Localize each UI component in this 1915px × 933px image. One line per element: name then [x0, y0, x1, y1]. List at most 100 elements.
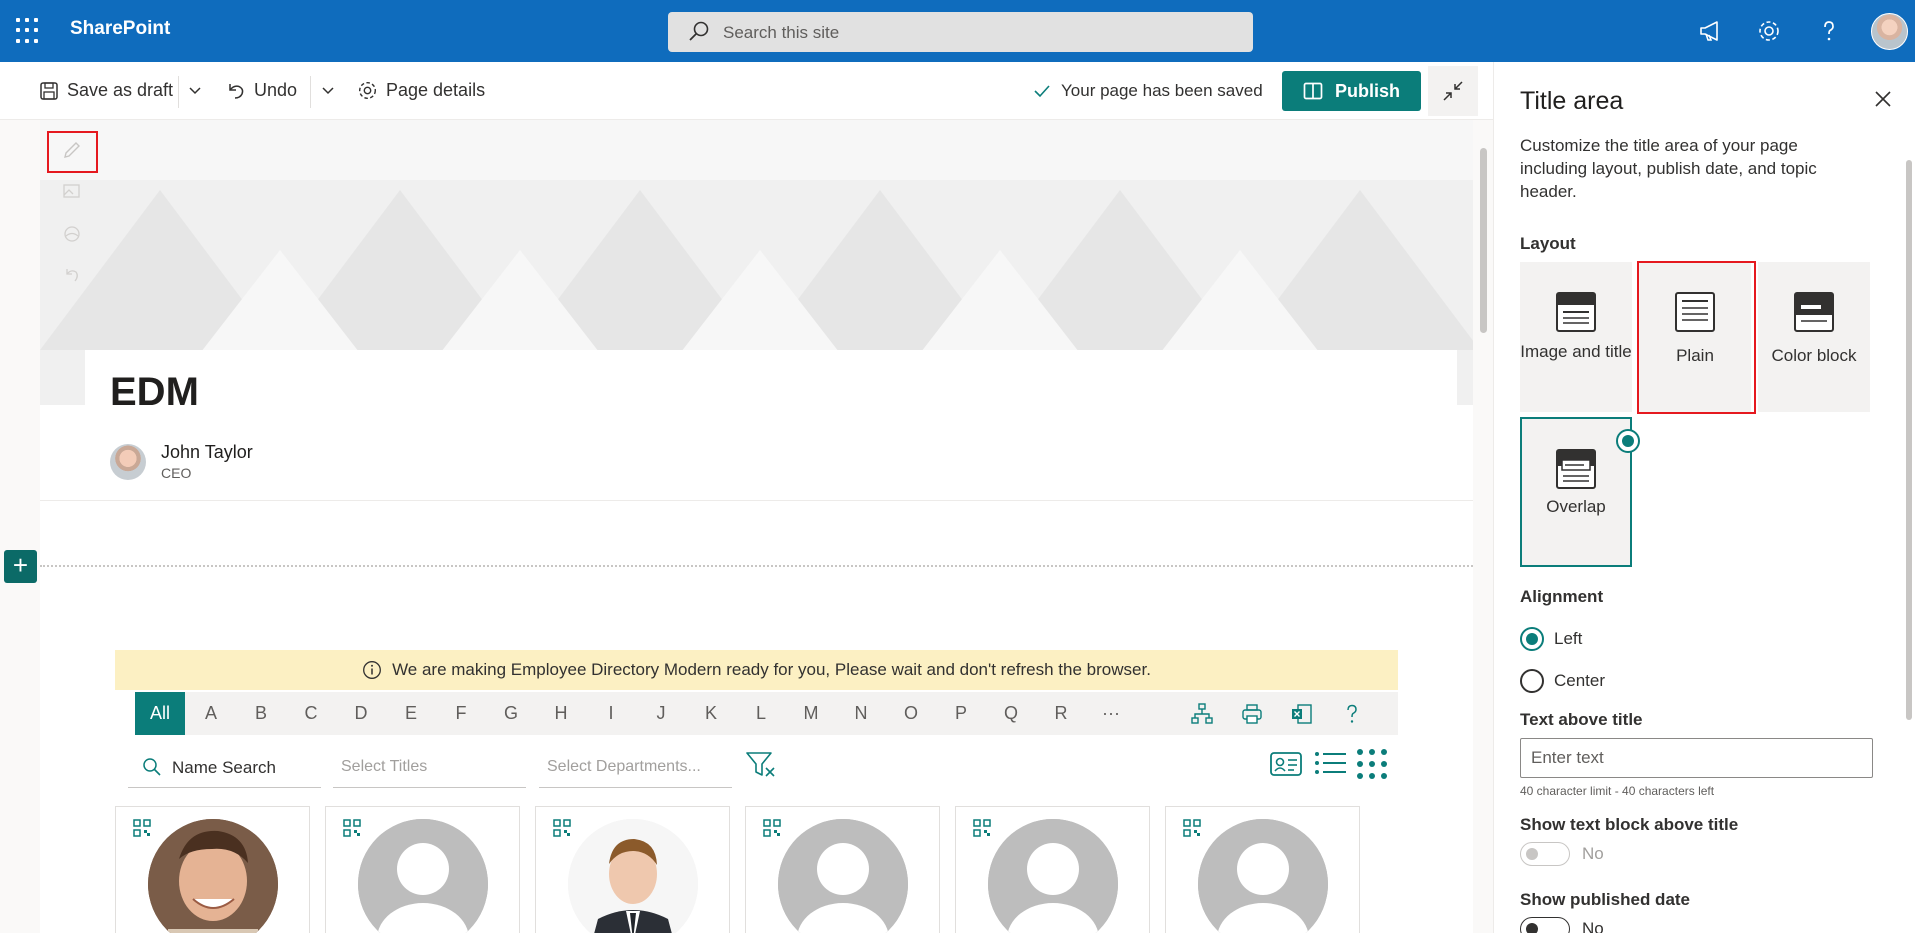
show-text-block-toggle[interactable] — [1520, 842, 1570, 866]
letter-filter[interactable]: Q — [989, 692, 1033, 735]
alignment-center-label: Center — [1554, 671, 1606, 690]
employee-card[interactable] — [955, 806, 1150, 933]
add-section-button[interactable]: + — [4, 550, 37, 583]
excel-export-icon[interactable] — [1290, 702, 1314, 726]
page-details-button[interactable]: Page details — [357, 80, 485, 101]
page-title[interactable]: EDM — [110, 370, 199, 415]
app-launcher-icon[interactable] — [16, 18, 42, 44]
letter-filter[interactable]: F — [439, 692, 483, 735]
letter-filter[interactable]: M — [789, 692, 833, 735]
list-view-icon[interactable] — [1313, 746, 1347, 780]
help-icon[interactable] — [1340, 702, 1364, 726]
alignment-left-option[interactable]: Left — [1520, 627, 1582, 651]
layout-option-image-and-title[interactable]: Image and title — [1520, 262, 1632, 412]
show-published-date-value: No — [1582, 919, 1604, 933]
qr-code-icon[interactable] — [1183, 819, 1201, 837]
letter-filter[interactable]: G — [489, 692, 533, 735]
undo-button[interactable]: Undo — [226, 80, 297, 101]
departments-select[interactable]: Select Departments... — [539, 748, 732, 788]
letter-filter[interactable]: K — [689, 692, 733, 735]
settings-gear-icon[interactable] — [1756, 18, 1782, 44]
letter-filter[interactable]: L — [739, 692, 783, 735]
author-name[interactable]: John Taylor — [161, 442, 253, 463]
letter-filter-all[interactable]: All — [135, 692, 185, 735]
loading-notice: We are making Employee Directory Modern … — [115, 650, 1398, 690]
employee-card[interactable] — [325, 806, 520, 933]
more-letters-button[interactable]: ··· — [1089, 692, 1133, 735]
layout-color-block-icon — [1794, 292, 1834, 332]
page-scrollbar[interactable] — [1480, 148, 1487, 333]
name-search-field[interactable]: Name Search — [128, 748, 321, 788]
layout-option-overlap[interactable]: Overlap — [1520, 417, 1640, 567]
layout-option-label: Image and title — [1520, 342, 1632, 361]
qr-code-icon[interactable] — [343, 819, 361, 837]
letter-filter[interactable]: H — [539, 692, 583, 735]
chevron-down-icon[interactable] — [188, 86, 202, 96]
gear-icon — [358, 81, 377, 100]
letter-filter[interactable]: E — [389, 692, 433, 735]
radio-button[interactable] — [1520, 669, 1544, 693]
name-search-placeholder: Name Search — [172, 758, 276, 777]
grid-view-icon[interactable] — [1355, 746, 1389, 780]
save-icon — [40, 81, 58, 100]
qr-code-icon[interactable] — [553, 819, 571, 837]
letter-filter[interactable]: B — [239, 692, 283, 735]
employee-card[interactable] — [535, 806, 730, 933]
help-icon[interactable] — [1816, 18, 1842, 44]
publish-button[interactable]: Publish — [1282, 71, 1421, 111]
chevron-down-icon[interactable] — [321, 86, 335, 96]
employee-placeholder-avatar — [1198, 819, 1328, 933]
letter-filter[interactable]: I — [589, 692, 633, 735]
qr-code-icon[interactable] — [133, 819, 151, 837]
qr-code-icon[interactable] — [763, 819, 781, 837]
radio-button[interactable] — [1520, 627, 1544, 651]
command-bar: Save as draft Undo Page details Your pag… — [0, 62, 1493, 120]
text-above-title-input[interactable]: Enter text — [1520, 738, 1873, 778]
user-avatar[interactable] — [1871, 13, 1908, 50]
image-edit-icon[interactable] — [61, 181, 83, 203]
letter-filter[interactable]: A — [189, 692, 233, 735]
letter-filter[interactable]: D — [339, 692, 383, 735]
letter-filter[interactable]: N — [839, 692, 883, 735]
employee-card[interactable] — [115, 806, 310, 933]
undo-label: Undo — [254, 80, 298, 100]
panel-scrollbar[interactable] — [1906, 160, 1912, 720]
search-icon — [143, 758, 161, 776]
show-published-date-toggle[interactable] — [1520, 917, 1570, 933]
layout-option-color-block[interactable]: Color block — [1758, 262, 1870, 412]
site-search[interactable]: Search this site — [668, 12, 1253, 52]
employee-card[interactable] — [745, 806, 940, 933]
save-as-draft-button[interactable]: Save as draft — [39, 80, 173, 101]
org-chart-icon[interactable] — [1190, 702, 1214, 726]
search-icon — [689, 21, 709, 41]
letter-filter[interactable]: R — [1039, 692, 1083, 735]
loading-notice-text: We are making Employee Directory Modern … — [392, 660, 1151, 679]
titles-select[interactable]: Select Titles — [333, 748, 526, 788]
letter-filter[interactable]: O — [889, 692, 933, 735]
text-above-title-label: Text above title — [1520, 710, 1643, 729]
clear-filter-icon[interactable] — [745, 751, 777, 779]
app-brand[interactable]: SharePoint — [70, 18, 170, 40]
letter-filter[interactable]: P — [939, 692, 983, 735]
print-icon[interactable] — [1240, 702, 1264, 726]
book-icon — [1303, 82, 1323, 100]
suite-bar: SharePoint Search this site — [0, 0, 1915, 62]
letter-filter[interactable]: J — [639, 692, 683, 735]
reset-icon[interactable] — [61, 265, 83, 287]
checkmark-icon — [1034, 85, 1050, 98]
focal-point-icon[interactable] — [61, 223, 83, 245]
page-details-label: Page details — [386, 80, 486, 100]
plain-layout-highlight — [1637, 261, 1756, 414]
letter-filter[interactable]: C — [289, 692, 333, 735]
layout-option-label: Color block — [1771, 346, 1857, 365]
alignment-center-option[interactable]: Center — [1520, 669, 1605, 693]
save-status-text: Your page has been saved — [1061, 81, 1263, 100]
card-view-icon[interactable] — [1269, 746, 1303, 780]
megaphone-icon[interactable] — [1697, 18, 1723, 44]
collapse-panel-button[interactable] — [1428, 66, 1478, 116]
employee-card[interactable] — [1165, 806, 1360, 933]
close-icon[interactable] — [1874, 90, 1892, 108]
employee-placeholder-avatar — [358, 819, 488, 933]
qr-code-icon[interactable] — [973, 819, 991, 837]
employee-placeholder-avatar — [988, 819, 1118, 933]
